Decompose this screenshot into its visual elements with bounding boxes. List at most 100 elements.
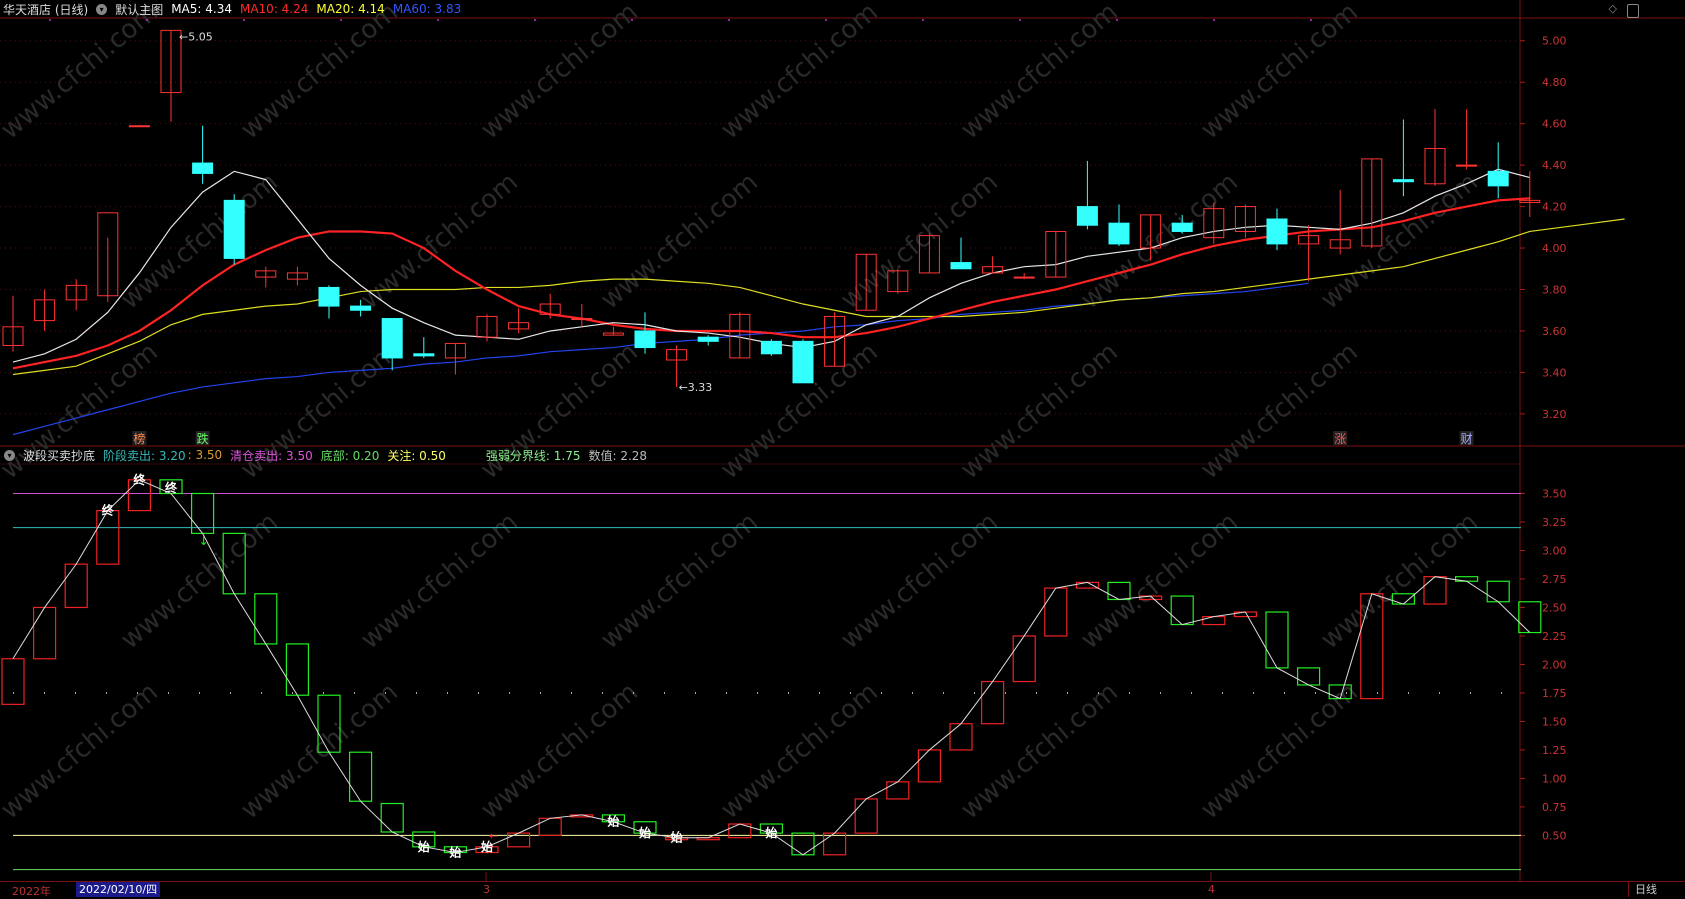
ma5-label: MA5: 4.34 [171,2,232,16]
top-marker-dot [1310,19,1312,21]
candle-body [1076,206,1098,226]
indicator-box [1044,587,1068,637]
indicator-box [538,817,562,837]
top-marker-dot [146,19,148,21]
main-y-tick-label: 4.40 [1542,159,1567,172]
indicator-box [1012,635,1036,683]
top-marker-dot [1213,19,1215,21]
indicator-box [349,751,373,802]
chevron-down-icon[interactable]: ▾ [96,3,108,15]
stage-sell-label: 阶段卖出: 3.20 [103,448,186,463]
candle-body [128,125,150,128]
candle-body [634,330,656,349]
event-marker: 涨 [1334,431,1346,446]
start-signal: 始 [639,825,651,840]
month-4-label: 4 [1208,883,1215,896]
top-marker-dot [1019,19,1021,21]
watch-label: 关注: 0.50 [387,448,446,463]
indicator-y-tick-label: 3.00 [1542,544,1567,557]
watermark-text: www.cfchi.com [715,677,884,825]
start-signal: 始 [418,839,430,854]
indicator-panel-header: ▾ 波段买卖抄底 阶段卖出: 3.20 : 3.50 清仓卖出: 3.50 底部… [0,446,655,464]
watermark-text: www.cfchi.com [115,167,284,315]
time-axis-bar: 2022年 2022/02/10/四 3 4 日线 [0,881,1685,898]
period-button[interactable]: 日线 [1628,882,1663,897]
candle-body [571,318,593,321]
indicator-box [980,680,1005,725]
candle-body [413,353,435,357]
main-y-tick-label: 4.80 [1542,76,1567,89]
ma10-label: MA10: 4.24 [239,2,309,16]
indicator-box [917,749,942,783]
indicator-box [285,643,309,696]
top-marker-dot [728,19,730,21]
start-signal: 始 [671,830,683,845]
template-label[interactable]: 默认主图 [115,1,163,18]
indicator-box [822,832,847,856]
indicator-box [854,798,878,834]
main-y-tick-label: 3.60 [1542,325,1567,338]
main-y-tick-label: 4.60 [1542,118,1567,131]
top-marker-dot [340,19,342,21]
indicator-box [96,509,120,565]
high-price-label: ←5.05 [179,30,213,43]
candle-body [792,340,814,384]
watermark-text: www.cfchi.com [835,507,1004,655]
start-signal: 始 [449,845,461,860]
indicator-y-tick-label: 2.25 [1542,630,1567,643]
stage-sell-val2: : 3.50 [187,448,223,462]
indicator-box [64,563,88,609]
diamond-icon[interactable]: ◇ [1609,2,1617,15]
indicator-box [1170,595,1194,626]
watermark-text: www.cfchi.com [0,0,164,145]
watermark-text: www.cfchi.com [1075,507,1244,655]
indicator-box [886,781,910,800]
watermark-text: www.cfchi.com [475,677,644,825]
main-y-tick-label: 4.20 [1542,201,1567,214]
indicator-title[interactable]: 波段买卖抄底 [23,447,95,464]
main-y-tick-label: 3.80 [1542,284,1567,297]
candle-body [1266,218,1288,245]
watermark-text: www.cfchi.com [955,337,1124,485]
start-signal: 始 [765,825,777,840]
chevron-down-icon[interactable]: ▾ [4,449,15,461]
stock-name: 华天酒店 (日线) [3,2,89,17]
indicator-y-tick-label: 2.50 [1542,601,1567,614]
watermark-text: www.cfchi.com [1195,337,1364,485]
indicator-y-tick-label: 1.25 [1542,744,1567,757]
indicator-box [1,658,25,705]
panel-scroll-handle[interactable] [1627,4,1639,18]
low-price-label: ←3.33 [679,381,713,394]
indicator-y-tick-label: 2.75 [1542,573,1567,586]
top-marker-dot [534,19,536,21]
indicator-box [949,723,973,751]
cursor-date-label: 2022/02/10/四 [76,882,161,897]
event-marker: 跌 [197,431,209,446]
month-3-label: 3 [483,883,490,896]
indicator-y-tick-label: 0.50 [1542,829,1567,842]
bottom-label: 底部: 0.20 [320,448,380,463]
candle-body [1456,164,1478,167]
top-marker-dot [922,19,924,21]
indicator-y-tick-label: 1.00 [1542,772,1567,785]
candle-body [350,305,372,311]
top-marker-dot [49,19,51,21]
candle-body [760,340,782,355]
top-marker-dot [825,19,827,21]
candle-body [1487,170,1509,187]
indicator-y-tick-label: 3.50 [1542,487,1567,500]
indicator-box [32,606,57,660]
indicator-y-tick-label: 2.00 [1542,658,1567,671]
top-marker-dot [437,19,439,21]
indicator-box [1296,667,1321,686]
main-panel-header: 华天酒店 (日线) ▾ 默认主图 MA5: 4.34 MA10: 4.24 MA… [0,0,469,18]
end-signal: 终 [165,480,178,495]
indicator-box [1423,576,1447,605]
indicator-y-tick-label: 3.25 [1542,516,1567,529]
top-right-tools: ◇ [1599,2,1617,15]
value-label: 数值: 2.28 [588,448,648,463]
indicator-y-tick-label: 1.75 [1542,687,1567,700]
candle-body [697,336,719,342]
top-marker-dot [1116,19,1118,21]
indicator-box [1202,615,1226,626]
